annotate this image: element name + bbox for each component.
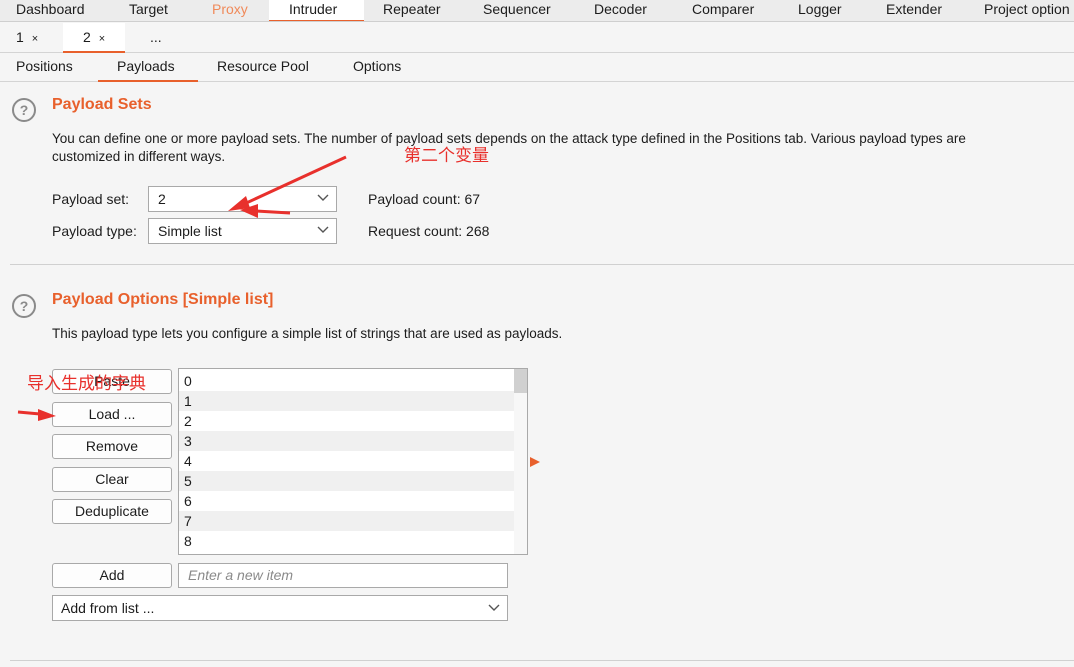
clear-button[interactable]: Clear <box>52 467 172 492</box>
expand-arrow-icon[interactable] <box>529 456 541 468</box>
tab-options[interactable]: Options <box>353 54 401 82</box>
payload-type-label: Payload type: <box>52 223 137 239</box>
chevron-down-icon <box>488 604 500 611</box>
add-from-list-select[interactable]: Add from list ... <box>52 595 508 621</box>
payload-sets-title: Payload Sets <box>52 96 152 113</box>
tab-dashboard[interactable]: Dashboard <box>16 0 85 21</box>
annotation-second-variable: 第二个变量 <box>404 146 489 166</box>
payload-count: Payload count: 67 <box>368 191 481 207</box>
tab-resource-pool[interactable]: Resource Pool <box>217 54 309 82</box>
list-item[interactable]: 8 <box>179 531 515 551</box>
chevron-down-icon <box>317 226 329 233</box>
load-button[interactable]: Load ... <box>52 402 172 427</box>
tab-intruder[interactable]: Intruder <box>269 0 364 21</box>
annotation-arrow <box>17 410 41 416</box>
instance-tab-2[interactable]: 2 × <box>63 23 125 53</box>
list-item[interactable]: 0 <box>179 371 515 391</box>
close-icon[interactable]: × <box>32 33 38 45</box>
tab-target[interactable]: Target <box>129 0 168 21</box>
close-icon[interactable]: × <box>99 33 105 45</box>
tab-extender[interactable]: Extender <box>886 0 942 21</box>
intruder-instance-tabs: 1 × 2 × ... <box>0 23 1074 53</box>
instance-tab-label: 2 <box>83 29 91 45</box>
list-item[interactable]: 4 <box>179 451 515 471</box>
add-from-list-label: Add from list ... <box>61 600 155 616</box>
payload-type-value: Simple list <box>158 223 222 239</box>
tab-comparer[interactable]: Comparer <box>692 0 754 21</box>
list-item[interactable]: 7 <box>179 511 515 531</box>
tab-proxy[interactable]: Proxy <box>212 0 248 21</box>
list-item[interactable]: 2 <box>179 411 515 431</box>
annotation-import-dictionary: 导入生成的字典 <box>27 374 146 394</box>
scrollbar-thumb[interactable] <box>514 369 527 393</box>
list-item[interactable]: 6 <box>179 491 515 511</box>
list-item[interactable]: 1 <box>179 391 515 411</box>
payload-set-label: Payload set: <box>52 191 130 207</box>
tab-sequencer[interactable]: Sequencer <box>483 0 551 21</box>
help-icon[interactable]: ? <box>12 98 36 122</box>
top-nav: Dashboard Target Proxy Intruder Repeater… <box>0 0 1074 22</box>
section-divider <box>10 660 1074 661</box>
chevron-down-icon <box>317 194 329 201</box>
payload-sets-description-cont: customized in different ways. <box>52 149 226 164</box>
tab-project-options[interactable]: Project option <box>984 0 1070 21</box>
payload-set-value: 2 <box>158 191 166 207</box>
payload-set-select[interactable]: 2 <box>148 186 337 212</box>
instance-tab-1[interactable]: 1 × <box>0 23 62 53</box>
deduplicate-button[interactable]: Deduplicate <box>52 499 172 524</box>
new-instance-tab[interactable]: ... <box>126 23 186 53</box>
payload-type-select[interactable]: Simple list <box>148 218 337 244</box>
list-item[interactable]: 5 <box>179 471 515 491</box>
tab-logger[interactable]: Logger <box>798 0 842 21</box>
list-item[interactable]: 3 <box>179 431 515 451</box>
tab-payloads[interactable]: Payloads <box>98 54 198 82</box>
section-divider <box>10 264 1074 265</box>
payload-sets-description: You can define one or more payload sets.… <box>52 131 966 146</box>
payload-options-description: This payload type lets you configure a s… <box>52 326 563 341</box>
new-item-input[interactable]: Enter a new item <box>178 563 508 588</box>
payload-options-title: Payload Options [Simple list] <box>52 291 274 308</box>
request-count: Request count: 268 <box>368 223 490 239</box>
tab-decoder[interactable]: Decoder <box>594 0 647 21</box>
payload-list[interactable]: 0 1 2 3 4 5 6 7 8 <box>178 368 528 555</box>
scrollbar[interactable] <box>514 369 527 554</box>
add-button[interactable]: Add <box>52 563 172 588</box>
instance-tab-label: 1 <box>16 29 24 45</box>
tab-repeater[interactable]: Repeater <box>383 0 441 21</box>
intruder-sub-tabs: Positions Payloads Resource Pool Options <box>0 54 1074 82</box>
help-icon[interactable]: ? <box>12 294 36 318</box>
tab-positions[interactable]: Positions <box>16 54 73 82</box>
remove-button[interactable]: Remove <box>52 434 172 459</box>
